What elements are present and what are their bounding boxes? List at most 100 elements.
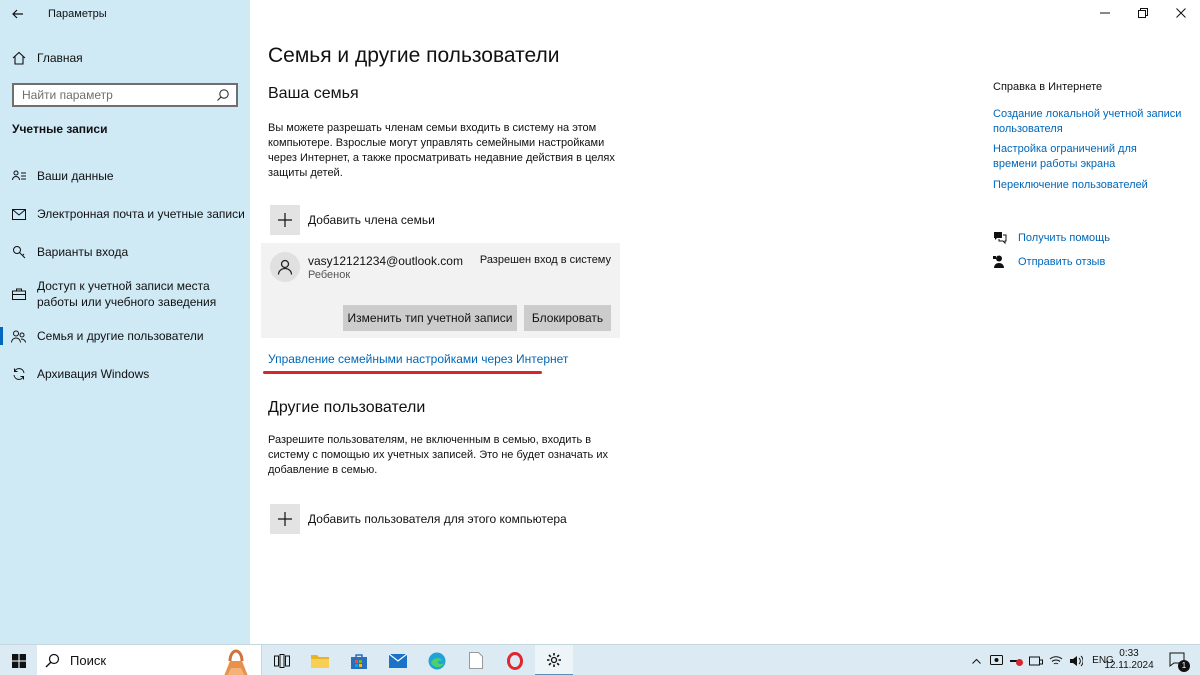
- store-icon: [351, 653, 367, 669]
- chat-help-icon: [993, 231, 1018, 244]
- app-title: Параметры: [48, 8, 107, 20]
- taskbar-search-label: Поиск: [70, 653, 107, 668]
- window-controls: [1086, 0, 1200, 26]
- restore-icon: [1138, 8, 1148, 18]
- add-other-user-label: Добавить пользователя для этого компьюте…: [308, 512, 567, 526]
- settings-search-input[interactable]: Найти параметр: [12, 83, 238, 107]
- person-list-icon: [0, 170, 37, 182]
- family-description: Вы можете разрешать членам семьи входить…: [268, 122, 615, 179]
- avatar: [270, 252, 300, 282]
- member-role: Ребенок: [308, 269, 351, 281]
- title-bar: Параметры: [0, 0, 250, 28]
- member-email: vasy12121234@outlook.com: [308, 254, 463, 268]
- sidebar-item-your-info[interactable]: Ваши данные: [0, 160, 250, 192]
- wifi-icon: [1049, 656, 1063, 665]
- manage-family-online-link[interactable]: Управление семейными настройками через И…: [268, 352, 568, 366]
- sidebar-item-sign-in-options[interactable]: Варианты входа: [0, 236, 250, 268]
- taskbar-store[interactable]: [340, 645, 378, 675]
- close-icon: [1176, 8, 1186, 18]
- help-link-screen-time[interactable]: Настройка ограничений для времени работы…: [993, 142, 1183, 172]
- back-button[interactable]: [0, 0, 36, 28]
- page-title: Семья и другие пользователи: [268, 44, 560, 67]
- search-highlight-icon: [224, 649, 248, 675]
- sidebar-item-label: Ваши данные: [37, 169, 114, 183]
- tray-device[interactable]: [1026, 655, 1046, 667]
- help-link-switch-users[interactable]: Переключение пользователей: [993, 178, 1183, 193]
- back-arrow-icon: [12, 9, 23, 19]
- get-help-link[interactable]: Получить помощь: [993, 231, 1110, 244]
- add-family-member-button[interactable]: Добавить члена семьи: [270, 205, 435, 235]
- system-tray: ENG: [966, 645, 1120, 675]
- sidebar-section-title: Учетные записи: [12, 122, 108, 136]
- send-feedback-link[interactable]: Отправить отзыв: [993, 255, 1105, 269]
- maximize-button[interactable]: [1124, 0, 1162, 26]
- clock-time: 0:33: [1119, 648, 1139, 659]
- sidebar-item-backup[interactable]: Архивация Windows: [0, 358, 250, 390]
- task-view-icon: [274, 653, 290, 668]
- sidebar-item-label: Электронная почта и учетные записи: [37, 207, 245, 221]
- taskbar-search[interactable]: Поиск: [37, 645, 262, 675]
- tray-volume[interactable]: [1066, 655, 1086, 667]
- taskbar-mail[interactable]: [379, 645, 417, 675]
- sidebar-nav: Ваши данные Электронная почта и учетные …: [0, 160, 250, 390]
- briefcase-icon: [0, 288, 37, 300]
- other-users-description: Разрешите пользователям, не включенным в…: [268, 434, 608, 476]
- highlight-underline: [263, 371, 542, 374]
- cloud-icon: [989, 655, 1003, 665]
- gear-icon: [547, 652, 561, 667]
- taskbar-edge[interactable]: [418, 645, 456, 675]
- sidebar-item-label: Варианты входа: [37, 245, 129, 259]
- sidebar-item-work-access[interactable]: Доступ к учетной записи места работы или…: [0, 274, 250, 314]
- folder-icon: [311, 655, 329, 668]
- start-button[interactable]: [0, 645, 37, 675]
- tray-app-status[interactable]: [1006, 655, 1026, 667]
- sidebar-item-label: Доступ к учетной записи места работы или…: [37, 279, 217, 309]
- taskbar-file-explorer[interactable]: [301, 645, 339, 675]
- send-feedback-label: Отправить отзыв: [1018, 256, 1106, 268]
- taskbar-settings[interactable]: [535, 645, 573, 675]
- notification-center-button[interactable]: 1: [1168, 650, 1190, 672]
- search-icon[interactable]: [216, 88, 230, 102]
- change-account-type-button[interactable]: Изменить тип учетной записи: [343, 305, 517, 331]
- clock-date: 12.11.2024: [1104, 660, 1154, 671]
- online-help-heading: Справка в Интернете: [993, 81, 1103, 93]
- add-other-user-button[interactable]: Добавить пользователя для этого компьюте…: [270, 504, 567, 534]
- sidebar: Параметры Главная Найти параметр Учетные…: [0, 0, 250, 644]
- family-member-card[interactable]: vasy12121234@outlook.com Ребенок Разреше…: [261, 243, 620, 338]
- sidebar-item-label: Архивация Windows: [37, 367, 150, 381]
- opera-icon: [507, 651, 523, 670]
- document-icon: [469, 652, 483, 669]
- sidebar-item-label: Семья и другие пользователи: [37, 329, 204, 343]
- get-help-label: Получить помощь: [1018, 231, 1110, 244]
- status-app-icon: [1010, 658, 1023, 666]
- feedback-icon: [993, 255, 1018, 269]
- notification-count-badge: 1: [1178, 660, 1190, 672]
- key-icon: [0, 245, 37, 259]
- add-family-member-label: Добавить члена семьи: [308, 213, 435, 227]
- taskbar: Поиск ENG 0:33 12.11.2024 1: [0, 644, 1200, 675]
- taskbar-opera[interactable]: [496, 645, 534, 675]
- help-link-local-account[interactable]: Создание локальной учетной записи пользо…: [993, 107, 1183, 137]
- sidebar-item-family[interactable]: Семья и другие пользователи: [0, 320, 250, 352]
- mail-icon: [0, 208, 37, 220]
- task-view-button[interactable]: [263, 645, 301, 675]
- device-icon: [1029, 656, 1043, 665]
- minimize-button[interactable]: [1086, 0, 1124, 26]
- nav-home[interactable]: Главная: [0, 46, 250, 70]
- plus-icon: [270, 205, 300, 235]
- tray-wifi[interactable]: [1046, 655, 1066, 666]
- other-users-heading: Другие пользователи: [268, 399, 426, 416]
- taskbar-clock[interactable]: 0:33 12.11.2024: [1104, 648, 1154, 672]
- person-icon: [277, 259, 293, 275]
- plus-icon: [270, 504, 300, 534]
- people-icon: [0, 330, 37, 343]
- sidebar-item-email-accounts[interactable]: Электронная почта и учетные записи: [0, 198, 250, 230]
- nav-home-label: Главная: [37, 51, 83, 65]
- minimize-icon: [1100, 12, 1110, 14]
- close-button[interactable]: [1162, 0, 1200, 26]
- tray-overflow-button[interactable]: [966, 658, 986, 664]
- block-button[interactable]: Блокировать: [524, 305, 611, 331]
- tray-network-app[interactable]: [986, 655, 1006, 666]
- taskbar-notepad[interactable]: [457, 645, 495, 675]
- member-status: Разрешен вход в систему: [479, 254, 611, 266]
